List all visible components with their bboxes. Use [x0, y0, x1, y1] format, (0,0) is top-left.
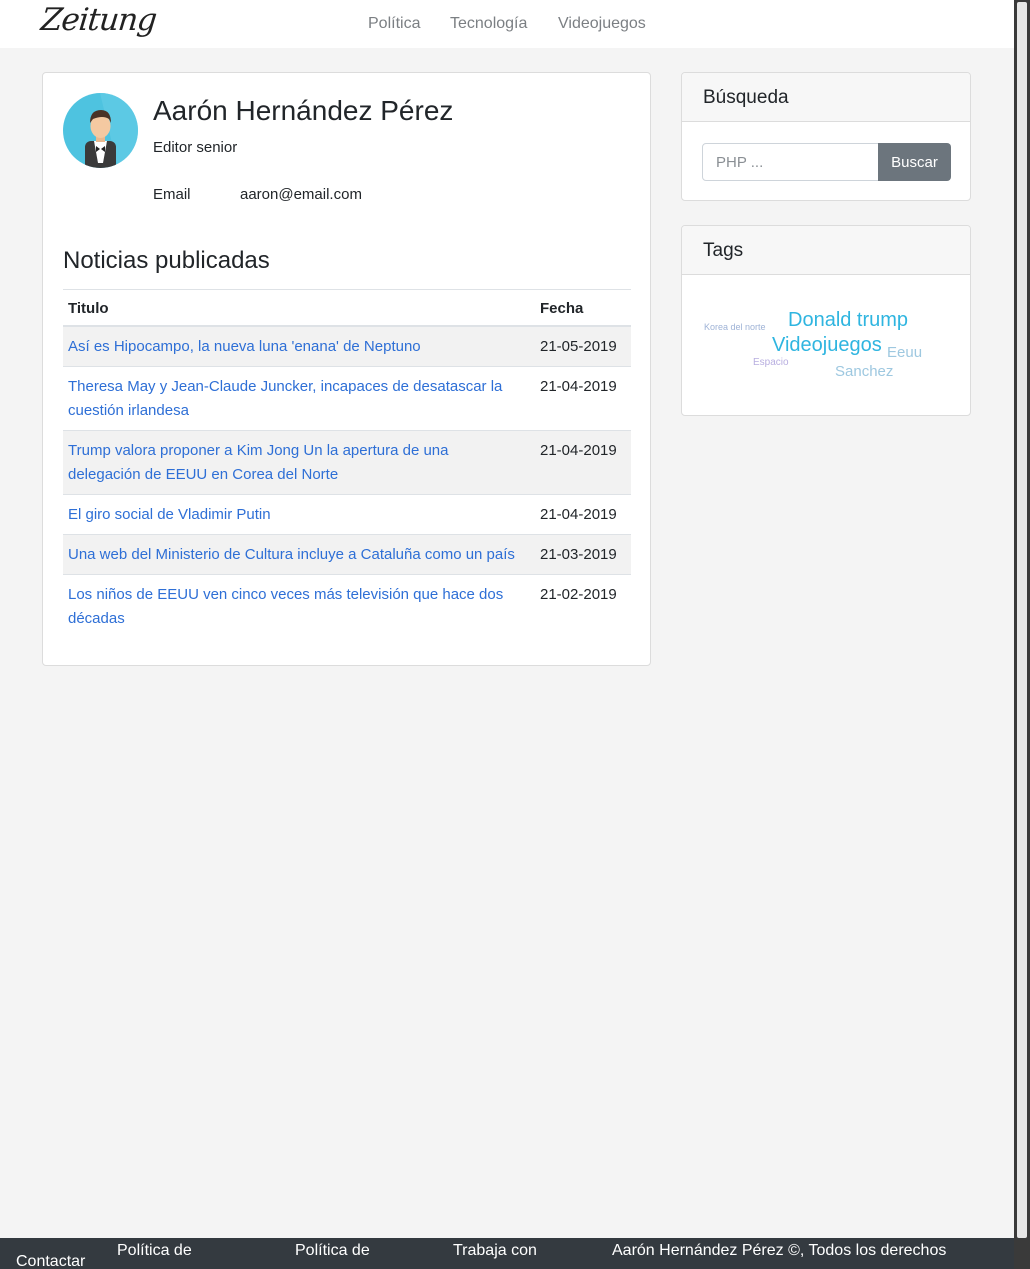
footer-link-contact[interactable]: Contactar	[16, 1249, 85, 1269]
table-row: El giro social de Vladimir Putin 21-04-2…	[63, 493, 631, 534]
tag-videojuegos[interactable]: Videojuegos	[772, 334, 882, 357]
table-row: Theresa May y Jean-Claude Juncker, incap…	[63, 365, 631, 430]
search-button[interactable]: Buscar	[878, 143, 951, 181]
news-date: 21-04-2019	[535, 365, 631, 430]
news-title-link[interactable]: El giro social de Vladimir Putin	[68, 506, 271, 523]
news-date: 21-02-2019	[535, 573, 631, 638]
search-card: Búsqueda Buscar	[681, 72, 971, 201]
search-card-title: Búsqueda	[682, 73, 970, 122]
email-value: aaron@email.com	[240, 186, 362, 203]
news-date: 21-04-2019	[535, 429, 631, 494]
nav-link-tecnologia[interactable]: Tecnología	[450, 15, 527, 33]
news-date: 21-04-2019	[535, 493, 631, 534]
news-title-link[interactable]: Una web del Ministerio de Cultura incluy…	[68, 546, 515, 563]
published-news-heading: Noticias publicadas	[63, 247, 270, 274]
tags-card: Tags Korea del norte Donald trump Videoj…	[681, 225, 971, 416]
email-label: Email	[153, 186, 191, 203]
news-date: 21-05-2019	[535, 325, 631, 366]
footer-link-cookies-policy[interactable]: Política de	[117, 1238, 192, 1263]
page-scrollbar[interactable]	[1014, 0, 1030, 1269]
nav-link-videojuegos[interactable]: Videojuegos	[558, 15, 646, 33]
table-header-row: Titulo Fecha	[63, 289, 631, 327]
published-news-table: Titulo Fecha Así es Hipocampo, la nueva …	[63, 289, 631, 638]
news-date: 21-03-2019	[535, 533, 631, 574]
footer-copyright: Aarón Hernández Pérez ©, Todos los derec…	[612, 1242, 947, 1259]
tag-espacio[interactable]: Espacio	[753, 357, 789, 368]
author-role: Editor senior	[153, 139, 238, 156]
table-row: Trump valora proponer a Kim Jong Un la a…	[63, 429, 631, 494]
table-row: Así es Hipocampo, la nueva luna 'enana' …	[63, 325, 631, 366]
tag-eeuu[interactable]: Eeuu	[887, 344, 922, 361]
scrollbar-thumb[interactable]	[1017, 2, 1027, 1238]
tag-donald-trump[interactable]: Donald trump	[788, 309, 908, 332]
tags-card-title: Tags	[682, 226, 970, 275]
tag-korea-del-norte[interactable]: Korea del norte	[704, 322, 766, 332]
waiter-avatar-icon	[85, 93, 138, 168]
footer-link-jobs[interactable]: Trabaja con	[453, 1238, 537, 1263]
column-header-date: Fecha	[535, 289, 631, 327]
search-input[interactable]	[702, 143, 879, 181]
nav-link-politica[interactable]: Política	[368, 15, 420, 33]
site-footer: Contactar Política de Política de Trabaj…	[0, 1238, 1014, 1269]
table-row: Una web del Ministerio de Cultura incluy…	[63, 533, 631, 574]
news-title-link[interactable]: Los niños de EEUU ven cinco veces más te…	[68, 586, 503, 627]
author-profile-card: Aarón Hernández Pérez Editor senior Emai…	[42, 72, 651, 666]
site-logo[interactable]: Zeitung	[39, 2, 158, 38]
footer-link-privacy-policy[interactable]: Política de	[295, 1238, 370, 1263]
table-row: Los niños de EEUU ven cinco veces más te…	[63, 573, 631, 638]
column-header-title: Titulo	[63, 289, 535, 327]
news-title-link[interactable]: Así es Hipocampo, la nueva luna 'enana' …	[68, 338, 421, 355]
top-navbar: Zeitung Política Tecnología Videojuegos	[0, 0, 1014, 48]
tag-sanchez[interactable]: Sanchez	[835, 363, 893, 380]
author-avatar	[63, 93, 138, 168]
news-title-link[interactable]: Theresa May y Jean-Claude Juncker, incap…	[68, 378, 502, 419]
news-title-link[interactable]: Trump valora proponer a Kim Jong Un la a…	[68, 442, 449, 483]
author-name: Aarón Hernández Pérez	[153, 95, 454, 126]
